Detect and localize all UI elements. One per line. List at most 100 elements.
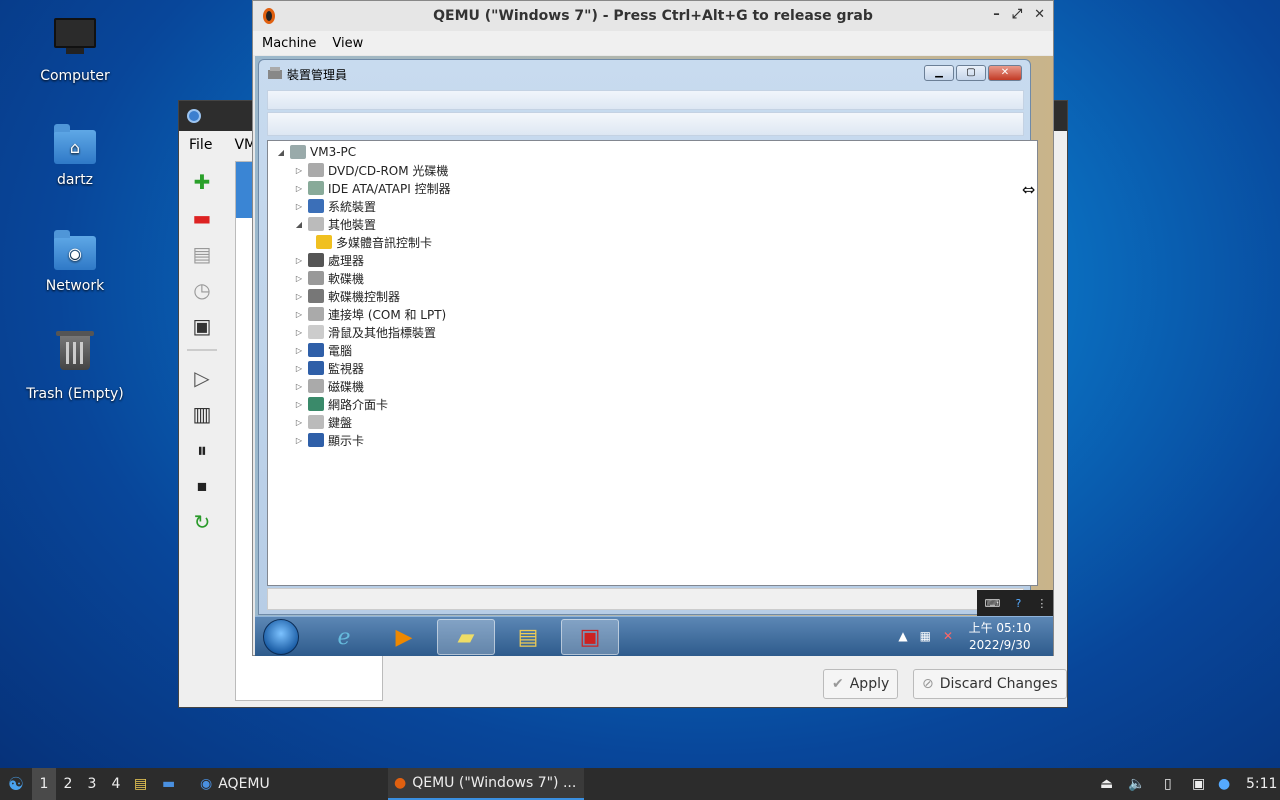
clock-icon[interactable]: ◷ xyxy=(187,275,217,305)
collapse-arrow-icon[interactable]: ◢ xyxy=(276,148,286,157)
tree-node[interactable]: ◢ 其他裝置 xyxy=(294,215,376,233)
vm-display[interactable]: 裝置管理員 ▁ ▢ ✕ ◢ VM3-PC ▷ DVD/CD-ROM 光碟機 ▷ ID… xyxy=(255,56,1053,656)
menu-machine[interactable]: Machine xyxy=(262,36,316,51)
menu-view[interactable]: View xyxy=(332,36,363,51)
device-manager-titlebar[interactable]: 裝置管理員 ▁ ▢ ✕ xyxy=(259,60,1030,88)
tree-node[interactable]: 多媒體音訊控制卡 xyxy=(316,233,432,251)
tree-node[interactable]: ▷ 連接埠 (COM 和 LPT) xyxy=(294,305,446,323)
tree-node[interactable]: ▷ 滑鼠及其他指標裝置 xyxy=(294,323,436,341)
workspace-4[interactable]: 4 xyxy=(104,768,128,800)
apply-button[interactable]: ✔ Apply xyxy=(823,669,899,699)
volume-muted-icon[interactable]: ✕ xyxy=(943,629,953,643)
expand-arrow-icon[interactable]: ▷ xyxy=(294,292,304,301)
tree-root-label: VM3-PC xyxy=(310,145,357,159)
tree-node[interactable]: ▷ DVD/CD-ROM 光碟機 xyxy=(294,161,448,179)
tree-node[interactable]: ▷ 鍵盤 xyxy=(294,413,352,431)
maximize-icon[interactable]: ⤢ xyxy=(1012,7,1022,22)
tree-node-label: 軟碟機控制器 xyxy=(328,289,401,304)
dm-maximize-icon[interactable]: ▢ xyxy=(956,65,986,81)
toolbox-icon[interactable]: ▣ xyxy=(561,619,619,655)
show-hidden-icons-icon[interactable]: ▲ xyxy=(898,629,907,643)
sticky-notes-icon[interactable]: ▰ xyxy=(437,619,495,655)
add-vm-icon[interactable]: ✚ xyxy=(187,167,217,197)
drive-icon[interactable]: ▤ xyxy=(187,239,217,269)
media-player-icon[interactable]: ▶ xyxy=(375,619,433,655)
reset-icon[interactable]: ↻ xyxy=(187,507,217,537)
expand-arrow-icon[interactable]: ▷ xyxy=(294,184,304,193)
tree-node[interactable]: ▷ IDE ATA/ATAPI 控制器 xyxy=(294,179,451,197)
desktop-icon-computer[interactable]: Computer xyxy=(20,18,130,84)
pause-icon[interactable]: ⏸ xyxy=(187,435,217,465)
start-button[interactable] xyxy=(263,619,299,655)
disk-drive-icon xyxy=(308,379,324,393)
tree-node-label: 滑鼠及其他指標裝置 xyxy=(328,325,437,340)
collapse-arrow-icon[interactable]: ◢ xyxy=(294,220,304,229)
workspace-3[interactable]: 3 xyxy=(80,768,104,800)
menu-file[interactable]: File xyxy=(189,137,212,153)
tree-node-label: IDE ATA/ATAPI 控制器 xyxy=(328,181,451,196)
network-status-icon[interactable]: ▣ xyxy=(1192,768,1205,800)
expand-arrow-icon[interactable]: ▷ xyxy=(294,364,304,373)
desktop-icon-trash[interactable]: Trash (Empty) xyxy=(20,330,130,402)
tree-node[interactable]: ▷ 處理器 xyxy=(294,251,364,269)
language-bar[interactable]: ⌨ ? ⋮ xyxy=(977,590,1053,616)
volume-icon[interactable]: 🔈 xyxy=(1128,768,1145,800)
eject-icon[interactable]: ⏏ xyxy=(1100,768,1113,800)
tree-node[interactable]: ▷ 軟碟機 xyxy=(294,269,364,287)
task-qemu[interactable]: ● QEMU ("Windows 7") ... xyxy=(388,768,584,800)
tree-node[interactable]: ▷ 系統裝置 xyxy=(294,197,376,215)
expand-arrow-icon[interactable]: ▷ xyxy=(294,400,304,409)
expand-arrow-icon[interactable]: ▷ xyxy=(294,256,304,265)
expand-arrow-icon[interactable]: ▷ xyxy=(294,274,304,283)
expand-arrow-icon[interactable]: ▷ xyxy=(294,328,304,337)
close-icon[interactable]: ✕ xyxy=(1034,7,1045,22)
expand-arrow-icon[interactable]: ▷ xyxy=(294,166,304,175)
save-icon[interactable]: ▥ xyxy=(187,399,217,429)
remove-vm-icon[interactable]: ▬ xyxy=(187,203,217,233)
panel-clock[interactable]: 5:11 xyxy=(1246,768,1277,800)
options-icon[interactable]: ⋮ xyxy=(1036,597,1047,610)
play-icon[interactable]: ▷ xyxy=(187,363,217,393)
dm-close-icon[interactable]: ✕ xyxy=(988,65,1022,81)
device-manager-menubar xyxy=(267,90,1024,110)
expand-arrow-icon[interactable]: ▷ xyxy=(294,310,304,319)
stop-icon[interactable]: ⏹ xyxy=(187,471,217,501)
discard-changes-button[interactable]: ⊘ Discard Changes xyxy=(913,669,1067,699)
app-menu-icon[interactable]: ☯ xyxy=(4,768,28,800)
tree-node[interactable]: ▷ 監視器 xyxy=(294,359,364,377)
tree-node[interactable]: ▷ 軟碟機控制器 xyxy=(294,287,400,305)
tree-node[interactable]: ▷ 電腦 xyxy=(294,341,352,359)
desktop-icon-home[interactable]: ⌂ dartz xyxy=(20,122,130,188)
tree-root[interactable]: ◢ VM3-PC xyxy=(276,143,356,161)
home-folder-icon: ⌂ xyxy=(53,122,97,166)
help-icon[interactable]: ? xyxy=(1016,597,1022,610)
expand-arrow-icon[interactable]: ▷ xyxy=(294,418,304,427)
terminal-icon[interactable]: ▣ xyxy=(187,311,217,341)
explorer-folder-icon[interactable]: ▤ xyxy=(499,619,557,655)
workspace-2[interactable]: 2 xyxy=(56,768,80,800)
expand-arrow-icon[interactable]: ▷ xyxy=(294,346,304,355)
expand-arrow-icon[interactable]: ▷ xyxy=(294,436,304,445)
dm-minimize-icon[interactable]: ▁ xyxy=(924,65,954,81)
minimize-icon[interactable]: – xyxy=(993,7,1000,22)
workspace-1[interactable]: 1 xyxy=(32,768,56,800)
expand-arrow-icon[interactable]: ▷ xyxy=(294,202,304,211)
win7-clock[interactable]: 上午 05:10 2022/9/30 xyxy=(969,620,1031,654)
tree-node[interactable]: ▷ 網路介面卡 xyxy=(294,395,388,413)
keyboard-icon[interactable]: ⌨ xyxy=(985,597,1001,610)
expand-arrow-icon[interactable]: ▷ xyxy=(294,382,304,391)
clipboard-icon[interactable]: ▯ xyxy=(1164,768,1172,800)
show-desktop-icon[interactable]: ▬ xyxy=(162,768,175,800)
internet-explorer-icon[interactable]: ℯ xyxy=(315,619,373,655)
qemu-titlebar[interactable]: QEMU ("Windows 7") - Press Ctrl+Alt+G to… xyxy=(253,1,1053,31)
task-aqemu[interactable]: ◉ AQEMU xyxy=(194,768,276,800)
file-manager-icon[interactable]: ▤ xyxy=(134,768,147,800)
tree-node[interactable]: ▷ 磁碟機 xyxy=(294,377,364,395)
device-tree[interactable]: ◢ VM3-PC ▷ DVD/CD-ROM 光碟機 ▷ IDE ATA/ATAPI … xyxy=(267,140,1038,586)
win7-taskbar: ℯ ▶ ▰ ▤ ▣ ▲ ▦ ✕ 上午 05:10 2022/9/30 xyxy=(255,616,1053,656)
network-icon[interactable]: ▦ xyxy=(920,629,931,643)
notification-icon[interactable]: ● xyxy=(1218,768,1230,800)
desktop-icon-network[interactable]: ◉ Network xyxy=(20,228,130,294)
network-adapter-icon xyxy=(308,397,324,411)
tree-node[interactable]: ▷ 顯示卡 xyxy=(294,431,364,449)
